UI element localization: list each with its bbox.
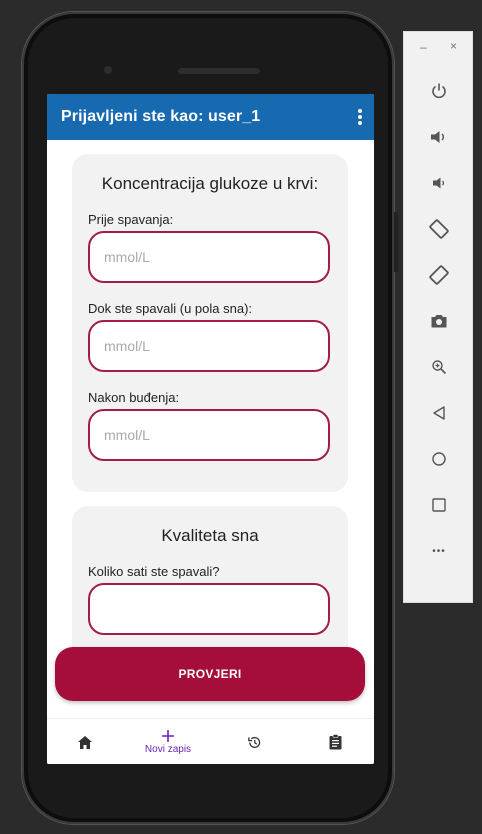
sleep-hours-input[interactable] (88, 583, 330, 635)
rotate-right-icon (429, 265, 449, 285)
screenshot-button[interactable] (419, 304, 459, 338)
clipboard-icon (329, 734, 341, 750)
rotate-left-icon (429, 219, 449, 239)
zoom-button[interactable] (419, 350, 459, 384)
close-button[interactable]: × (450, 39, 457, 53)
volume-down-icon (433, 177, 445, 189)
volume-down-button[interactable] (419, 166, 459, 200)
volume-up-icon (431, 131, 444, 143)
power-icon (432, 83, 446, 99)
volume-up-button[interactable] (419, 120, 459, 154)
nav-item-new-entry[interactable]: Novi zapis (138, 719, 198, 764)
glucose-card-title: Koncentracija glukoze u krvi: (101, 174, 319, 193)
during-sleep-input[interactable] (88, 320, 330, 372)
minimize-button[interactable]: – (420, 40, 427, 54)
glucose-card: Koncentracija glukoze u krvi: Prije spav… (72, 154, 348, 492)
overview-icon (432, 498, 446, 512)
app-bar: Prijavljeni ste kao: user_1 (47, 94, 374, 140)
home-circle-icon (432, 452, 446, 466)
after-waking-input[interactable] (88, 409, 330, 461)
power-button[interactable] (419, 74, 459, 108)
scroll-content[interactable]: Koncentracija glukoze u krvi: Prije spav… (47, 140, 374, 690)
front-camera (104, 66, 112, 74)
zoom-icon (432, 360, 447, 375)
more-vert-icon[interactable] (358, 109, 362, 125)
field-label-during-sleep: Dok ste spavali (u pola sna): (88, 301, 253, 316)
camera-icon (431, 315, 447, 328)
more-button[interactable]: ••• (419, 534, 459, 568)
emulator-window-controls: – × (404, 38, 472, 56)
plus-icon (162, 730, 174, 742)
check-button[interactable]: PROVJERI (55, 647, 365, 701)
home-icon (78, 735, 92, 749)
history-icon (247, 736, 260, 748)
overview-button[interactable] (419, 488, 459, 522)
home-button[interactable] (419, 442, 459, 476)
bottom-navigation: Novi zapis (47, 718, 374, 764)
sleep-card-title: Kvaliteta sna (161, 526, 259, 545)
before-sleep-input[interactable] (88, 231, 330, 283)
app-bar-title: Prijavljeni ste kao: user_1 (61, 108, 261, 125)
back-icon (433, 406, 445, 420)
emulator-control-panel: – × ••• (403, 31, 473, 603)
app-screen: Prijavljeni ste kao: user_1 Koncentracij… (47, 94, 374, 764)
phone-side-button (394, 212, 398, 272)
rotate-right-button[interactable] (419, 258, 459, 292)
nav-item-home[interactable] (55, 719, 115, 764)
rotate-left-button[interactable] (419, 212, 459, 246)
back-button[interactable] (419, 396, 459, 430)
nav-label-new-entry: Novi zapis (144, 744, 192, 755)
field-label-after-waking: Nakon buđenja: (88, 390, 180, 405)
nav-item-records[interactable] (305, 719, 365, 764)
field-label-before-sleep: Prije spavanja: (88, 212, 174, 227)
field-label-sleep-hours: Koliko sati ste spavali? (88, 564, 220, 579)
nav-item-history[interactable] (224, 719, 284, 764)
more-icon: ••• (432, 545, 446, 557)
earpiece-speaker (178, 68, 260, 74)
